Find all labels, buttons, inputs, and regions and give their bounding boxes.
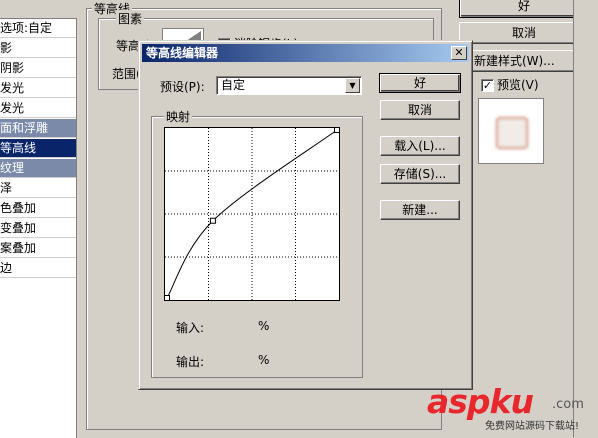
elements-group-title: 图素: [116, 10, 145, 27]
curve-point-handle[interactable]: [164, 295, 170, 301]
contour-editor-titlebar[interactable]: 等高线编辑器 ✕: [142, 44, 469, 62]
style-list-item[interactable]: 边: [0, 259, 76, 278]
output-label: 输出:: [176, 355, 205, 369]
input-value[interactable]: %: [258, 319, 269, 333]
style-list: 选项:自定 影阴影 发光 发光 面和浮雕 等高线 纹理泽色叠加 变叠加 案叠加边: [0, 18, 77, 438]
close-icon[interactable]: ✕: [451, 46, 467, 60]
preview-label: 预览(V): [497, 78, 539, 92]
save-button[interactable]: 存储(S)...: [380, 164, 460, 184]
contour-editor-dialog: 等高线编辑器 ✕ 预设(P): 自定 ▼ 映射 输入: % 输出: % 好 取消…: [138, 40, 473, 390]
ok-button[interactable]: 好: [459, 0, 589, 18]
preview-checkbox[interactable]: ✓: [481, 79, 494, 92]
watermark-logo: aspku .com 免费网站源码下载站!: [427, 382, 592, 434]
style-list-item[interactable]: 发光: [0, 79, 76, 98]
editor-ok-button[interactable]: 好: [379, 73, 461, 93]
range-label: 范围(: [112, 67, 141, 81]
editor-cancel-button[interactable]: 取消: [380, 100, 460, 120]
style-list-item[interactable]: 案叠加: [0, 239, 76, 258]
preview-check-mark: ✓: [482, 79, 493, 92]
style-list-item[interactable]: 面和浮雕: [0, 119, 76, 138]
watermark-brand: aspku: [427, 382, 534, 421]
input-label: 输入:: [176, 321, 205, 335]
style-list-item[interactable]: 纹理: [0, 159, 76, 178]
preset-label: 预设(P):: [160, 80, 205, 94]
curve-point-handle[interactable]: [334, 127, 340, 133]
style-list-item[interactable]: 影: [0, 39, 76, 58]
preset-value: 自定: [221, 78, 246, 92]
contour-graph[interactable]: [164, 127, 340, 301]
mapping-group-title: 映射: [164, 108, 193, 125]
new-button[interactable]: 新建...: [380, 200, 460, 220]
style-list-item[interactable]: 变叠加: [0, 219, 76, 238]
style-list-item[interactable]: 泽: [0, 179, 76, 198]
style-list-item[interactable]: 发光: [0, 99, 76, 118]
curve-point-handle[interactable]: [209, 217, 216, 224]
output-value[interactable]: %: [258, 353, 269, 367]
chevron-down-icon[interactable]: ▼: [345, 78, 360, 93]
dialog-edge: [573, 0, 598, 437]
cancel-button[interactable]: 取消: [459, 22, 589, 44]
style-list-header[interactable]: 选项:自定: [0, 19, 76, 38]
style-list-item[interactable]: 等高线: [0, 139, 76, 158]
new-style-button[interactable]: 新建样式(W)...: [459, 50, 589, 72]
style-list-item[interactable]: 色叠加: [0, 199, 76, 218]
preview-swatch: [496, 117, 528, 149]
watermark-suffix: .com: [552, 397, 584, 412]
contour-editor-title: 等高线编辑器: [146, 46, 219, 60]
preview-box: [478, 98, 544, 164]
preset-select[interactable]: 自定 ▼: [216, 76, 362, 95]
load-button[interactable]: 载入(L)...: [380, 136, 460, 156]
contour-curve-canvas[interactable]: [164, 127, 340, 301]
watermark-tagline: 免费网站源码下载站!: [485, 421, 580, 432]
style-list-item[interactable]: 阴影: [0, 59, 76, 78]
